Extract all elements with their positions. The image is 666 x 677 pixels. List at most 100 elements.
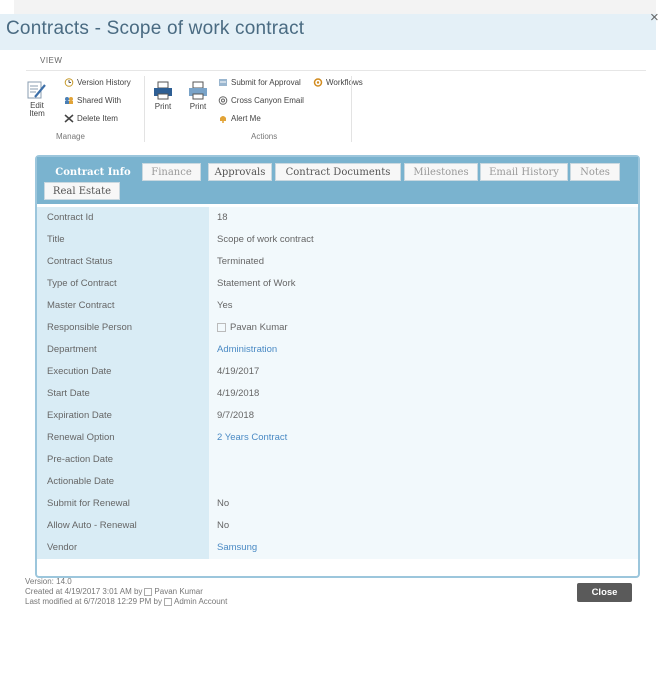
bell-icon xyxy=(218,114,228,124)
field-label: Master Contract xyxy=(37,295,209,317)
field-value xyxy=(209,449,638,471)
close-icon[interactable]: × xyxy=(650,9,659,26)
tab-notes[interactable]: Notes xyxy=(570,163,620,181)
email-icon xyxy=(218,96,228,106)
group-separator xyxy=(351,76,352,142)
field-row: Pre-action Date xyxy=(37,449,638,471)
field-row: Type of Contract Statement of Work xyxy=(37,273,638,295)
created-prefix: Created at 4/19/2017 3:01 AM by xyxy=(25,587,143,596)
field-value: 4/19/2018 xyxy=(209,383,638,405)
version-history-label: Version History xyxy=(77,78,131,87)
responsible-person-link[interactable]: Pavan Kumar xyxy=(230,322,288,333)
field-value: No xyxy=(209,515,638,537)
field-value: Scope of work contract xyxy=(209,229,638,251)
delete-item-button[interactable]: Delete Item xyxy=(64,114,118,123)
version-history-button[interactable]: Version History xyxy=(64,78,131,88)
field-row: Responsible Person Pavan Kumar xyxy=(37,317,638,339)
shared-with-button[interactable]: Shared With xyxy=(64,96,121,105)
field-label: Pre-action Date xyxy=(37,449,209,471)
printer-icon xyxy=(189,81,207,100)
version-history-icon xyxy=(64,78,74,88)
modified-by-link[interactable]: Admin Account xyxy=(174,597,227,606)
edit-item-icon xyxy=(27,81,46,99)
submit-for-approval-label: Submit for Approval xyxy=(231,78,301,87)
alert-me-label: Alert Me xyxy=(231,114,261,123)
shared-with-icon xyxy=(64,96,74,105)
tab-real-estate[interactable]: Real Estate xyxy=(44,182,120,200)
printer-icon xyxy=(154,81,172,100)
field-value: Statement of Work xyxy=(209,273,638,295)
edit-item-label-line2: Item xyxy=(29,109,45,118)
field-label: Start Date xyxy=(37,383,209,405)
contract-dialog: Contracts - Scope of work contract × VIE… xyxy=(0,0,666,677)
field-label: Department xyxy=(37,339,209,361)
cross-canyon-email-button[interactable]: Cross Canyon Email xyxy=(218,96,304,106)
vendor-link[interactable]: Samsung xyxy=(209,537,638,559)
tab-contract-info[interactable]: Contract Info xyxy=(44,163,142,181)
tab-email-history[interactable]: Email History xyxy=(480,163,568,181)
field-label: Allow Auto - Renewal xyxy=(37,515,209,537)
field-label: Execution Date xyxy=(37,361,209,383)
field-value: 9/7/2018 xyxy=(209,405,638,427)
tab-contract-documents[interactable]: Contract Documents xyxy=(275,163,401,181)
field-row: Expiration Date 9/7/2018 xyxy=(37,405,638,427)
field-row: Title Scope of work contract xyxy=(37,229,638,251)
workflows-button[interactable]: Workflows xyxy=(313,78,363,88)
field-row: Submit for Renewal No xyxy=(37,493,638,515)
ribbon-divider xyxy=(26,70,646,71)
alert-me-button[interactable]: Alert Me xyxy=(218,114,261,124)
field-label: Actionable Date xyxy=(37,471,209,493)
tab-milestones[interactable]: Milestones xyxy=(404,163,478,181)
field-label: Renewal Option xyxy=(37,427,209,449)
dialog-title: Contracts - Scope of work contract xyxy=(6,18,305,39)
department-link[interactable]: Administration xyxy=(209,339,638,361)
submit-for-approval-button[interactable]: Submit for Approval xyxy=(218,78,301,87)
version-text: Version: 14.0 xyxy=(25,577,72,586)
field-row: Master Contract Yes xyxy=(37,295,638,317)
field-value: 4/19/2017 xyxy=(209,361,638,383)
field-label: Contract Id xyxy=(37,207,209,229)
field-row: Allow Auto - Renewal No xyxy=(37,515,638,537)
field-label: Expiration Date xyxy=(37,405,209,427)
field-row: Renewal Option 2 Years Contract xyxy=(37,427,638,449)
field-value: No xyxy=(209,493,638,515)
presence-icon xyxy=(163,597,172,606)
manage-group-label: Manage xyxy=(56,132,85,141)
tab-bar: Contract Info Finance Approvals Contract… xyxy=(37,157,638,204)
item-footer: Version: 14.0 Created at 4/19/2017 3:01 … xyxy=(25,577,227,607)
field-label: Vendor xyxy=(37,537,209,559)
renewal-option-link[interactable]: 2 Years Contract xyxy=(209,427,638,449)
tab-finance[interactable]: Finance xyxy=(142,163,201,181)
workflows-icon xyxy=(313,78,323,88)
workflows-label: Workflows xyxy=(326,78,363,87)
field-row: Execution Date 4/19/2017 xyxy=(37,361,638,383)
field-value: 18 xyxy=(209,207,638,229)
print-label-2: Print xyxy=(189,102,207,111)
field-label: Submit for Renewal xyxy=(37,493,209,515)
field-row: Start Date 4/19/2018 xyxy=(37,383,638,405)
created-text: Created at 4/19/2017 3:01 AM by Pavan Kum… xyxy=(25,587,227,597)
print-label-1: Print xyxy=(154,102,172,111)
modified-prefix: Last modified at 6/7/2018 12:29 PM by xyxy=(25,597,162,606)
field-row: Contract Status Terminated xyxy=(37,251,638,273)
ribbon-tab-view[interactable]: VIEW xyxy=(40,56,62,65)
field-row: Actionable Date xyxy=(37,471,638,493)
field-row: Vendor Samsung xyxy=(37,537,638,559)
top-strip xyxy=(14,0,656,15)
edit-item-button[interactable]: Edit Item xyxy=(26,80,48,118)
created-by-link[interactable]: Pavan Kumar xyxy=(154,587,202,596)
field-row: Department Administration xyxy=(37,339,638,361)
field-label: Type of Contract xyxy=(37,273,209,295)
field-row: Contract Id 18 xyxy=(37,207,638,229)
close-button[interactable]: Close xyxy=(577,583,632,602)
field-value: Yes xyxy=(209,295,638,317)
approval-icon xyxy=(218,78,228,87)
field-label: Contract Status xyxy=(37,251,209,273)
tab-approvals[interactable]: Approvals xyxy=(208,163,272,181)
presence-icon xyxy=(144,587,153,596)
print-button-2[interactable]: Print xyxy=(187,80,209,111)
cross-canyon-email-label: Cross Canyon Email xyxy=(231,96,304,105)
modified-text: Last modified at 6/7/2018 12:29 PM by Adm… xyxy=(25,597,227,607)
print-button-1[interactable]: Print xyxy=(152,80,174,111)
field-value xyxy=(209,471,638,493)
